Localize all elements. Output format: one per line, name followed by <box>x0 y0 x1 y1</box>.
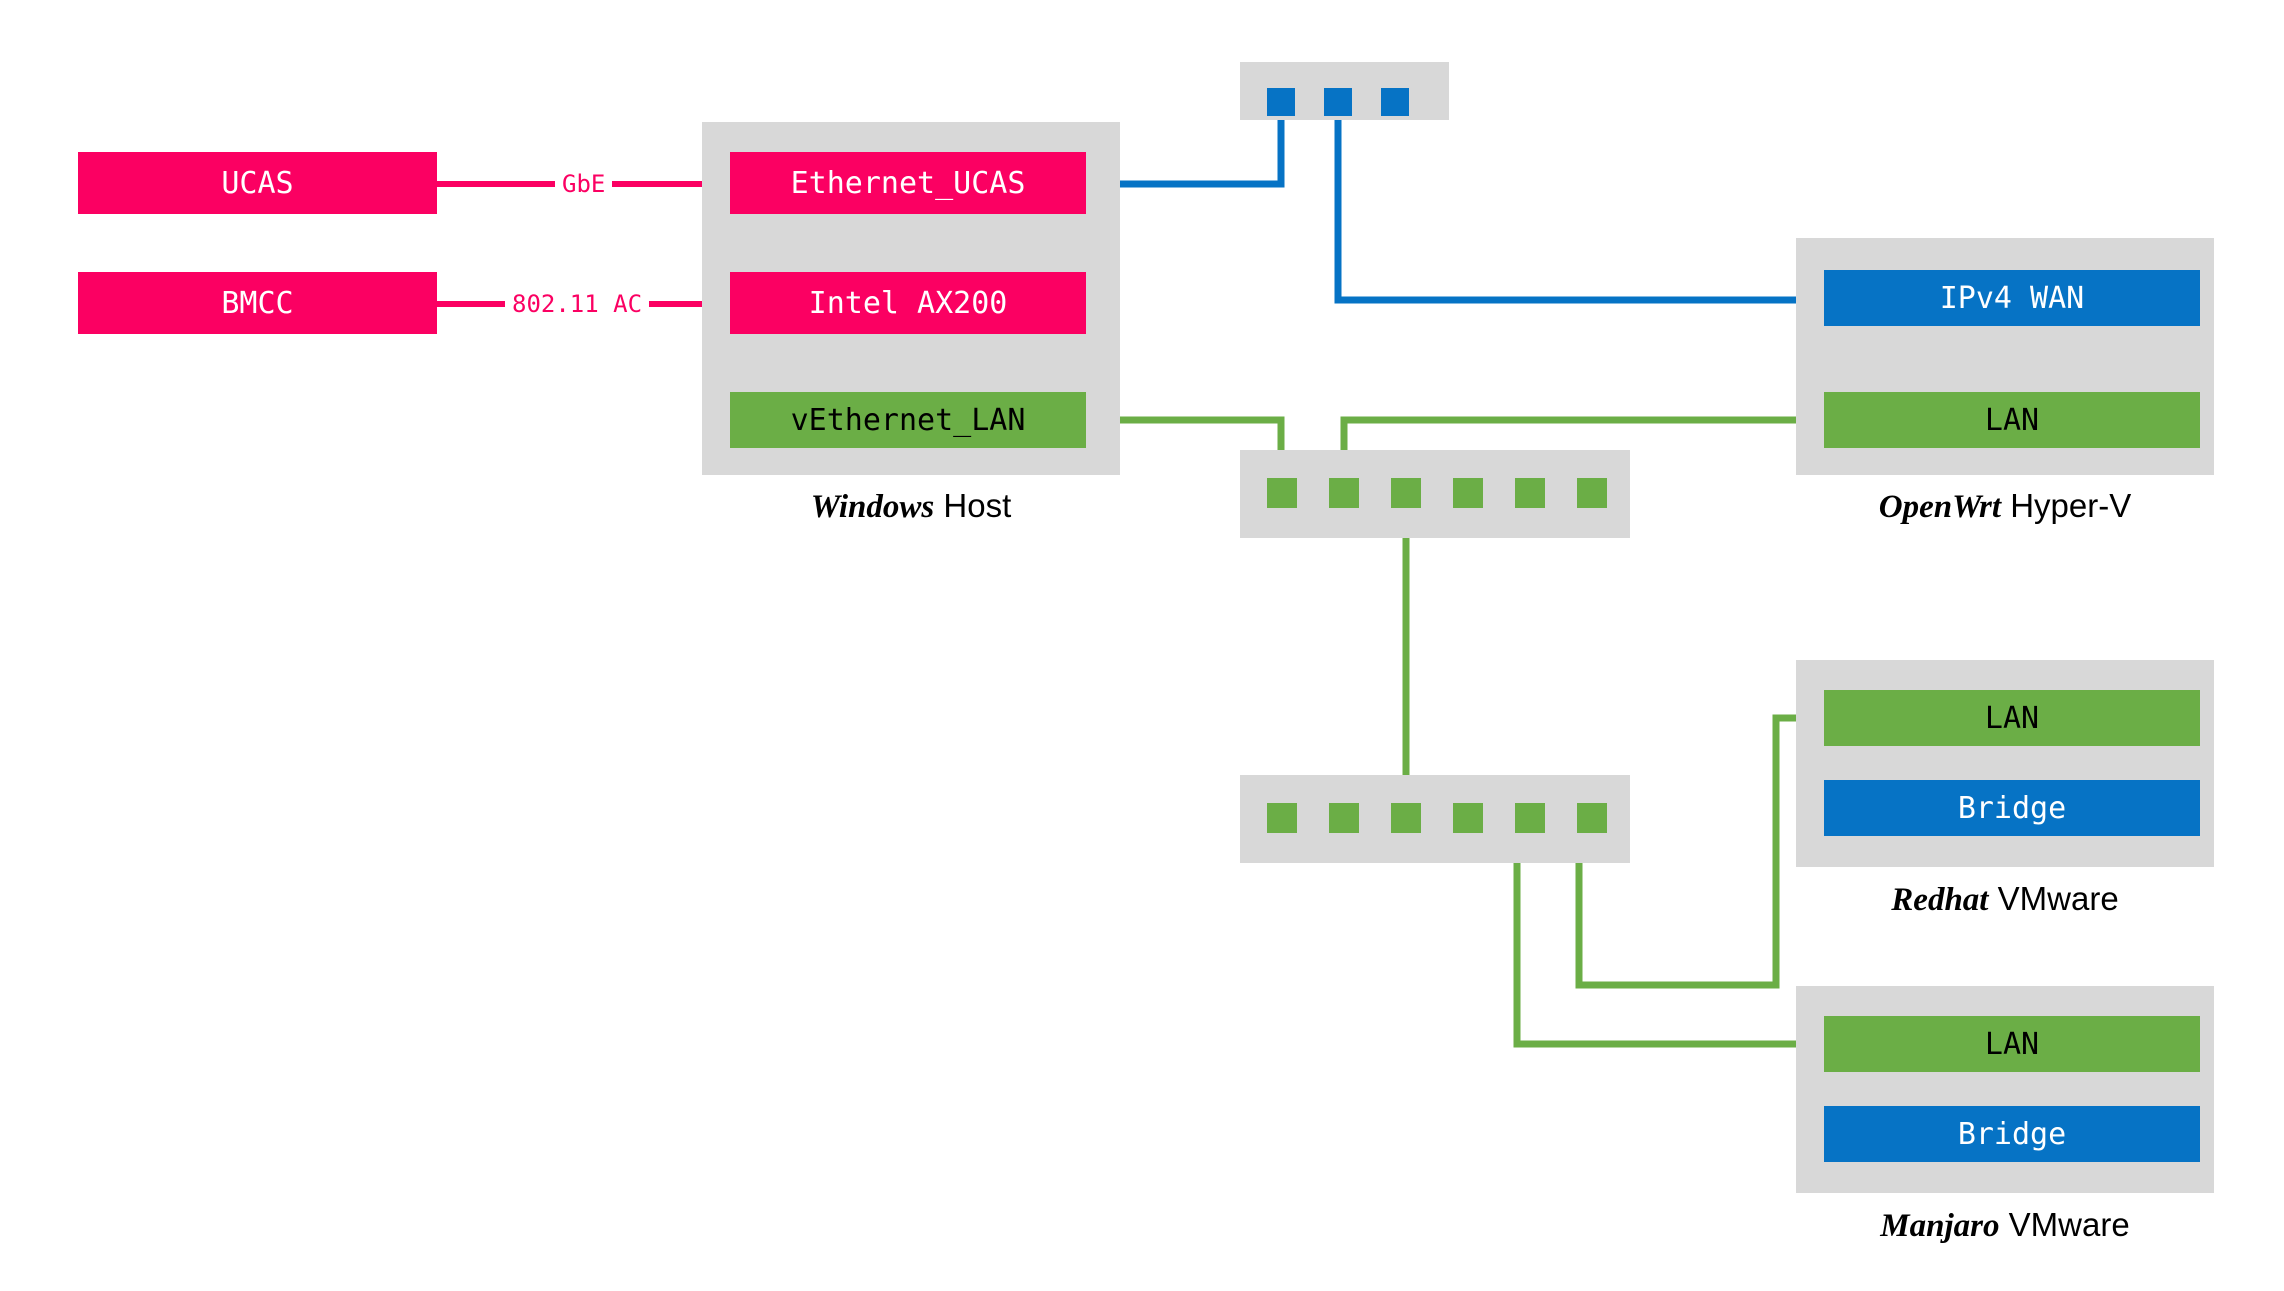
caption-openwrt-platform: Hyper-V <box>2010 487 2132 524</box>
nic-openwrt-lan-label: LAN <box>1984 402 2040 438</box>
nic-openwrt-ipv4-wan[interactable]: IPv4 WAN <box>1824 270 2200 326</box>
switch-lan-upper-port-1[interactable] <box>1267 478 1297 508</box>
nic-ethernet-ucas-label: Ethernet_UCAS <box>790 165 1026 201</box>
caption-manjaro-vmware: Manjaro VMware <box>1796 1206 2214 1245</box>
nic-intel-ax200-label: Intel AX200 <box>808 285 1008 321</box>
nic-openwrt-lan[interactable]: LAN <box>1824 392 2200 448</box>
switch-wan-port-2[interactable] <box>1324 88 1352 116</box>
caption-windows-host: Windows Host <box>702 487 1120 526</box>
caption-openwrt-os: OpenWrt <box>1878 489 2002 525</box>
nic-vethernet-lan[interactable]: vEthernet_LAN <box>730 392 1086 448</box>
switch-lan-lower-port-4[interactable] <box>1453 803 1483 833</box>
caption-redhat-vmware: Redhat VMware <box>1796 880 2214 919</box>
network-diagram-canvas: UCAS BMCC GbE 802.11 AC Ethernet_UCAS In… <box>0 0 2284 1291</box>
switch-lan-upper-port-4[interactable] <box>1453 478 1483 508</box>
caption-manjaro-os: Manjaro <box>1880 1208 2000 1244</box>
switch-lan-upper-port-5[interactable] <box>1515 478 1545 508</box>
caption-redhat-platform: VMware <box>1997 880 2119 917</box>
nic-redhat-lan-label: LAN <box>1984 700 2040 736</box>
nic-redhat-bridge[interactable]: Bridge <box>1824 780 2200 836</box>
switch-lan-lower-port-6[interactable] <box>1577 803 1607 833</box>
switch-lan-upper-port-3[interactable] <box>1391 478 1421 508</box>
link-label-gbe: GbE <box>555 172 613 196</box>
endpoint-ucas[interactable]: UCAS <box>78 152 437 214</box>
nic-vethernet-lan-label: vEthernet_LAN <box>790 402 1026 438</box>
switch-wan-port-3[interactable] <box>1381 88 1409 116</box>
endpoint-bmcc-label: BMCC <box>221 285 294 321</box>
nic-redhat-lan[interactable]: LAN <box>1824 690 2200 746</box>
caption-manjaro-platform: VMware <box>2008 1206 2130 1243</box>
endpoint-ucas-label: UCAS <box>221 165 294 201</box>
nic-manjaro-lan-label: LAN <box>1984 1026 2040 1062</box>
nic-manjaro-lan[interactable]: LAN <box>1824 1016 2200 1072</box>
caption-redhat-os: Redhat <box>1891 882 1989 918</box>
endpoint-bmcc[interactable]: BMCC <box>78 272 437 334</box>
wire-lower-switch-to-manjaro-lan <box>1513 845 1824 1048</box>
switch-lan-lower-port-5[interactable] <box>1515 803 1545 833</box>
nic-ethernet-ucas[interactable]: Ethernet_UCAS <box>730 152 1086 214</box>
switch-lan-lower[interactable] <box>1240 775 1630 863</box>
switch-wan-port-1[interactable] <box>1267 88 1295 116</box>
switch-lan-lower-port-2[interactable] <box>1329 803 1359 833</box>
nic-manjaro-bridge-label: Bridge <box>1957 1116 2067 1152</box>
wire-wan-switch-to-openwrt-wan <box>1334 120 1824 304</box>
switch-lan-lower-port-1[interactable] <box>1267 803 1297 833</box>
nic-manjaro-bridge[interactable]: Bridge <box>1824 1106 2200 1162</box>
caption-windows-host-platform: Host <box>943 487 1012 524</box>
caption-openwrt-hyperv: OpenWrt Hyper-V <box>1796 487 2214 526</box>
switch-lan-upper[interactable] <box>1240 450 1630 538</box>
switch-lan-upper-port-2[interactable] <box>1329 478 1359 508</box>
link-label-wifi: 802.11 AC <box>505 292 650 316</box>
switch-lan-upper-port-6[interactable] <box>1577 478 1607 508</box>
nic-redhat-bridge-label: Bridge <box>1957 790 2067 826</box>
nic-openwrt-ipv4-wan-label: IPv4 WAN <box>1939 280 2085 316</box>
caption-windows-host-os: Windows <box>810 489 935 525</box>
switch-lan-lower-port-3[interactable] <box>1391 803 1421 833</box>
nic-intel-ax200[interactable]: Intel AX200 <box>730 272 1086 334</box>
